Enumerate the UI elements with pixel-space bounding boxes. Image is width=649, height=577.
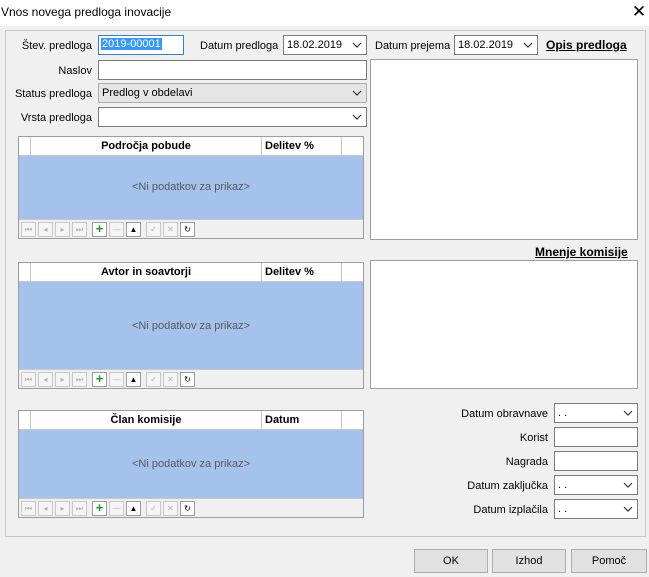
datum-izplacila-picker[interactable]: . . [554, 499, 638, 519]
column-header-delitev[interactable]: Delitev % [262, 263, 342, 282]
chevron-down-icon [352, 114, 362, 120]
first-record-icon[interactable]: ⏮ [21, 372, 36, 387]
column-header-clan[interactable]: Član komisije [31, 411, 262, 430]
vrsta-predloga-select[interactable] [98, 107, 367, 127]
last-record-icon[interactable]: ⏭ [72, 222, 87, 237]
window-title: Vnos novega predloga inovacije [1, 5, 172, 19]
delete-record-icon[interactable]: — [109, 222, 124, 237]
chevron-down-icon [623, 482, 633, 488]
clan-komisije-grid: Član komisije Datum <Ni podatkov za prik… [18, 410, 364, 518]
grid-body[interactable]: <Ni podatkov za prikaz> [19, 430, 363, 498]
cancel-record-icon[interactable]: ✕ [163, 222, 178, 237]
korist-input[interactable] [554, 427, 638, 447]
prev-page-icon[interactable]: ◂ [38, 222, 53, 237]
datum-zakljucka-value: . . [558, 479, 568, 491]
stev-predloga-value: 2019-00001 [101, 38, 162, 50]
mnenje-komisije-header: Mnenje komisije [535, 245, 628, 259]
status-predloga-value: Predlog v obdelavi [102, 87, 193, 99]
datum-prejema-label: Datum prejema [375, 40, 451, 52]
stev-predloga-input[interactable]: 2019-00001 [98, 35, 184, 55]
chevron-down-icon [623, 506, 633, 512]
grid-navigator: ⏮ ◂ ▸ ⏭ + — ▲ ✓ ✕ ↻ [19, 219, 363, 238]
avtor-soavtorji-grid: Avtor in soavtorji Delitev % <Ni podatko… [18, 262, 364, 389]
nagrada-input[interactable] [554, 451, 638, 471]
mnenje-komisije-memo[interactable] [370, 260, 638, 389]
stev-predloga-label: Štev. predloga [21, 40, 92, 52]
pomoc-button[interactable]: Pomoč [571, 549, 647, 573]
last-record-icon[interactable]: ⏭ [72, 501, 87, 516]
datum-obravnave-picker[interactable]: . . [554, 403, 638, 423]
next-page-icon[interactable]: ▸ [55, 501, 70, 516]
delete-record-icon[interactable]: — [109, 372, 124, 387]
cancel-record-icon[interactable]: ✕ [163, 372, 178, 387]
empty-message: <Ni podatkov za prikaz> [131, 458, 250, 470]
datum-obravnave-value: . . [558, 407, 568, 419]
grid-header: Področja pobude Delitev % [19, 137, 363, 156]
naslov-input[interactable] [98, 60, 367, 80]
edit-record-icon[interactable]: ▲ [126, 222, 141, 237]
edit-record-icon[interactable]: ▲ [126, 501, 141, 516]
izhod-button[interactable]: Izhod [492, 549, 566, 573]
grid-body[interactable]: <Ni podatkov za prikaz> [19, 156, 363, 219]
datum-predloga-label: Datum predloga [200, 40, 279, 52]
add-record-icon[interactable]: + [92, 372, 107, 387]
first-record-icon[interactable]: ⏮ [21, 501, 36, 516]
refresh-icon[interactable]: ↻ [180, 372, 195, 387]
datum-prejema-value: 18.02.2019 [458, 39, 514, 51]
first-record-icon[interactable]: ⏮ [21, 222, 36, 237]
prev-page-icon[interactable]: ◂ [38, 501, 53, 516]
empty-message: <Ni podatkov za prikaz> [131, 320, 250, 332]
chevron-down-icon [523, 42, 533, 48]
last-record-icon[interactable]: ⏭ [72, 372, 87, 387]
chevron-down-icon [352, 90, 362, 96]
datum-izplacila-value: . . [558, 503, 568, 515]
grid-header: Avtor in soavtorji Delitev % [19, 263, 363, 282]
opis-predloga-memo[interactable] [370, 59, 638, 240]
ok-button[interactable]: OK [414, 549, 488, 573]
add-record-icon[interactable]: + [92, 501, 107, 516]
datum-izplacila-label: Datum izplačila [473, 504, 548, 516]
chevron-down-icon [623, 410, 633, 416]
podrocja-pobude-grid: Področja pobude Delitev % <Ni podatkov z… [18, 136, 364, 239]
refresh-icon[interactable]: ↻ [180, 222, 195, 237]
refresh-icon[interactable]: ↻ [180, 501, 195, 516]
next-page-icon[interactable]: ▸ [55, 222, 70, 237]
add-record-icon[interactable]: + [92, 222, 107, 237]
next-page-icon[interactable]: ▸ [55, 372, 70, 387]
grid-header: Član komisije Datum [19, 411, 363, 430]
datum-predloga-picker[interactable]: 18.02.2019 [283, 35, 367, 55]
delete-record-icon[interactable]: — [109, 501, 124, 516]
column-header-podrocja[interactable]: Področja pobude [31, 137, 262, 156]
datum-predloga-value: 18.02.2019 [287, 39, 343, 51]
post-record-icon[interactable]: ✓ [146, 222, 161, 237]
status-predloga-label: Status predloga [14, 88, 92, 100]
edit-record-icon[interactable]: ▲ [126, 372, 141, 387]
column-header-delitev[interactable]: Delitev % [262, 137, 342, 156]
nagrada-label: Nagrada [505, 456, 548, 468]
naslov-label: Naslov [58, 65, 92, 77]
korist-label: Korist [519, 432, 548, 444]
close-icon[interactable]: ✕ [627, 1, 649, 23]
datum-zakljucka-label: Datum zaključka [467, 480, 548, 492]
column-header-avtor[interactable]: Avtor in soavtorji [31, 263, 262, 282]
post-record-icon[interactable]: ✓ [146, 501, 161, 516]
vrsta-predloga-label: Vrsta predloga [20, 112, 92, 124]
cancel-record-icon[interactable]: ✕ [163, 501, 178, 516]
datum-zakljucka-picker[interactable]: . . [554, 475, 638, 495]
status-predloga-select[interactable]: Predlog v obdelavi [98, 83, 367, 103]
column-header-datum[interactable]: Datum [262, 411, 342, 430]
empty-message: <Ni podatkov za prikaz> [131, 181, 250, 193]
prev-page-icon[interactable]: ◂ [38, 372, 53, 387]
datum-obravnave-label: Datum obravnave [461, 408, 548, 420]
grid-navigator: ⏮ ◂ ▸ ⏭ + — ▲ ✓ ✕ ↻ [19, 369, 363, 388]
opis-predloga-header: Opis predloga [546, 38, 627, 52]
grid-navigator: ⏮ ◂ ▸ ⏭ + — ▲ ✓ ✕ ↻ [19, 498, 363, 517]
datum-prejema-picker[interactable]: 18.02.2019 [454, 35, 538, 55]
grid-body[interactable]: <Ni podatkov za prikaz> [19, 282, 363, 369]
chevron-down-icon [352, 42, 362, 48]
post-record-icon[interactable]: ✓ [146, 372, 161, 387]
